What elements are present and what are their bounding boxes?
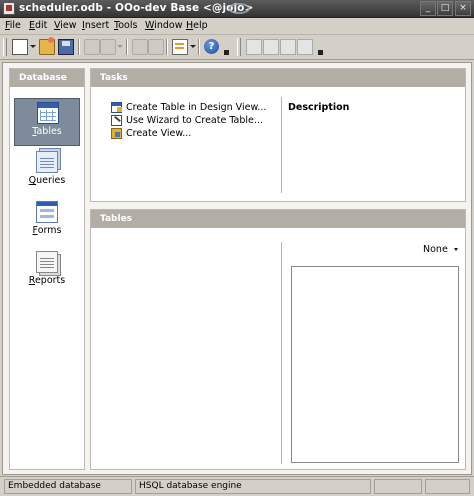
toolbar-separator xyxy=(78,39,80,55)
table-wizard-icon xyxy=(111,115,122,126)
menu-file[interactable]: File xyxy=(5,20,21,31)
title-decoration-icon xyxy=(228,3,250,14)
preview-select[interactable]: None xyxy=(423,244,458,255)
toolbar-more-icon[interactable] xyxy=(224,50,229,55)
db-item-label: Queries xyxy=(28,175,66,186)
db-rename-icon xyxy=(297,39,313,55)
sort-descending-icon xyxy=(148,39,164,55)
status-field xyxy=(374,479,422,494)
menu-insert[interactable]: Insert xyxy=(82,20,109,31)
chevron-down-icon xyxy=(453,248,458,251)
db-item-reports[interactable]: Reports xyxy=(14,248,80,296)
preview-select-value: None xyxy=(423,244,448,255)
menu-bar: File Edit View Insert Tools Window Help xyxy=(0,18,474,35)
tables-divider[interactable] xyxy=(281,242,282,464)
task-label: Create View... xyxy=(126,128,192,139)
create-view-icon xyxy=(111,128,122,139)
new-dropdown-arrow-icon[interactable] xyxy=(30,45,36,48)
db-item-queries[interactable]: Queries xyxy=(14,148,80,196)
description-title: Description xyxy=(288,102,350,113)
toolbar-grip[interactable] xyxy=(3,38,7,56)
db-item-label: Tables xyxy=(32,126,62,137)
status-field-engine: HSQL database engine xyxy=(135,479,371,494)
database-panel-header: Database xyxy=(10,69,84,87)
toolbar-separator xyxy=(198,39,200,55)
form-icon[interactable] xyxy=(172,39,188,55)
main-content: Database Tables Queries Forms Reports Ta… xyxy=(2,62,472,475)
forms-icon xyxy=(36,201,58,223)
table-design-icon xyxy=(111,102,122,113)
status-field xyxy=(425,479,470,494)
paste-icon xyxy=(100,39,116,55)
toolbar-grip[interactable] xyxy=(237,38,241,56)
db-item-label: Forms xyxy=(32,225,62,236)
db-item-tables[interactable]: Tables xyxy=(14,98,80,146)
db-delete-icon xyxy=(280,39,296,55)
window-title: scheduler.odb - OOo-dev Base <@jojo> xyxy=(19,2,254,14)
db-item-label: Reports xyxy=(28,275,66,286)
tables-panel: Tables None xyxy=(90,209,466,470)
menu-edit[interactable]: Edit xyxy=(29,20,47,31)
tasks-panel-header: Tasks xyxy=(91,69,465,87)
tasks-panel: Tasks Create Table in Design View... Use… xyxy=(90,68,466,202)
close-button[interactable]: × xyxy=(455,1,471,16)
base-app-icon[interactable] xyxy=(3,2,15,15)
tasks-divider xyxy=(281,97,282,193)
title-bar: scheduler.odb - OOo-dev Base <@jojo> _ □… xyxy=(0,0,474,18)
menu-tools[interactable]: Tools xyxy=(114,20,137,31)
help-icon[interactable]: ? xyxy=(204,39,219,54)
tables-icon xyxy=(37,102,59,124)
open-folder-icon[interactable] xyxy=(39,37,55,55)
minimize-button[interactable]: _ xyxy=(420,1,436,16)
task-label: Create Table in Design View... xyxy=(126,102,267,113)
save-icon[interactable] xyxy=(58,39,74,55)
maximize-button[interactable]: □ xyxy=(437,1,453,16)
database-panel: Database Tables Queries Forms Reports xyxy=(9,68,85,470)
paste-dropdown-arrow-icon xyxy=(117,45,123,48)
sort-ascending-icon xyxy=(132,39,148,55)
task-label: Use Wizard to Create Table... xyxy=(126,115,263,126)
toolbar-separator xyxy=(126,39,128,55)
toolbar-separator xyxy=(166,39,168,55)
menu-window[interactable]: Window xyxy=(145,20,182,31)
tables-panel-header: Tables xyxy=(91,210,465,228)
menu-view[interactable]: View xyxy=(54,20,77,31)
status-bar: Embedded database HSQL database engine xyxy=(0,476,474,496)
db-edit-icon xyxy=(263,39,279,55)
queries-icon xyxy=(36,151,58,173)
menu-help[interactable]: Help xyxy=(186,20,208,31)
db-object-icon xyxy=(246,39,262,55)
toolbar-more-icon[interactable] xyxy=(318,50,323,55)
db-item-forms[interactable]: Forms xyxy=(14,198,80,246)
preview-pane xyxy=(291,266,459,463)
reports-icon xyxy=(36,251,58,273)
copy-icon xyxy=(84,39,100,55)
standard-toolbar: ? xyxy=(0,35,474,60)
new-document-icon[interactable] xyxy=(12,39,28,55)
form-dropdown-arrow-icon[interactable] xyxy=(190,45,196,48)
status-field-database-type: Embedded database xyxy=(4,479,132,494)
